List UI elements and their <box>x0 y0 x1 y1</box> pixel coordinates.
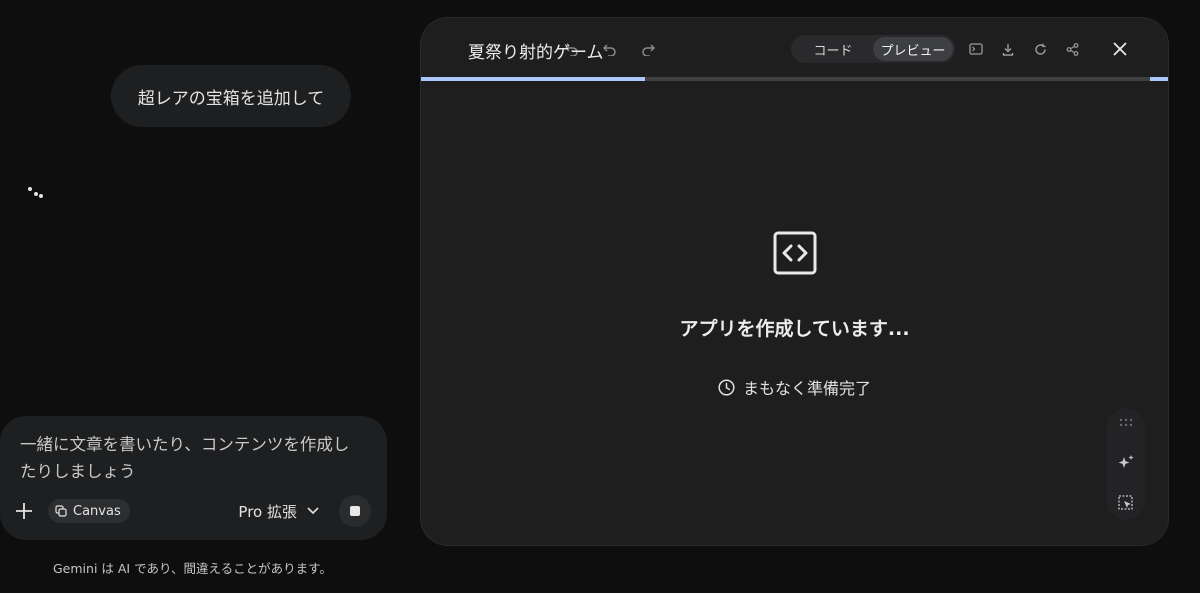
close-canvas-button[interactable] <box>1107 36 1133 62</box>
select-element-icon <box>1118 495 1133 510</box>
plus-icon <box>16 503 32 519</box>
stop-icon <box>350 506 360 516</box>
download-button[interactable] <box>997 38 1019 60</box>
share-button[interactable] <box>1061 38 1083 60</box>
code-icon <box>773 231 817 275</box>
select-element-button[interactable] <box>1115 492 1137 514</box>
composer-toolbar: Canvas Pro 拡張 <box>12 495 371 527</box>
user-message-bubble: 超レアの宝箱を追加して <box>111 65 351 127</box>
view-toggle: コード プレビュー <box>791 35 955 63</box>
redo-button[interactable] <box>637 39 659 61</box>
refresh-icon <box>1034 43 1046 55</box>
chevron-down-icon <box>307 507 319 515</box>
console-button[interactable] <box>965 38 987 60</box>
canvas-chip[interactable]: Canvas <box>48 499 130 523</box>
tab-code[interactable]: コード <box>793 37 873 61</box>
status-subtitle: まもなく準備完了 <box>421 375 1168 399</box>
ai-edit-button[interactable] <box>1115 452 1137 474</box>
close-icon <box>1113 42 1127 56</box>
disclaimer: Gemini は AI であり、間違えることがあります。 <box>53 561 332 576</box>
canvas-icon <box>55 505 67 517</box>
sparkle-icon <box>1118 455 1134 468</box>
canvas-chip-label: Canvas <box>73 503 121 519</box>
undo-icon <box>603 44 616 56</box>
clock-icon <box>718 378 735 396</box>
stop-button[interactable] <box>339 495 371 527</box>
prompt-composer[interactable]: 一緒に文章を書いたり、コンテンツを作成したりしましょう Canvas Pro 拡… <box>0 416 387 540</box>
download-icon <box>1002 43 1014 56</box>
console-icon <box>969 43 983 55</box>
user-message-text: 超レアの宝箱を追加して <box>137 88 325 109</box>
canvas-panel: 夏祭り射的ゲーム コード プレビュー アプリを作成しています... まもなく準備… <box>420 17 1169 546</box>
loading-progress-bar <box>421 77 1168 81</box>
prompt-input[interactable]: 一緒に文章を書いたり、コンテンツを作成したりしましょう <box>20 431 350 485</box>
progress-tip <box>1150 77 1168 81</box>
status-title: アプリを作成しています... <box>679 318 910 340</box>
model-label: Pro 拡張 <box>238 502 297 521</box>
grid-button[interactable] <box>1115 412 1137 434</box>
tab-preview[interactable]: プレビュー <box>873 37 953 61</box>
side-tool-rail <box>1107 408 1145 520</box>
canvas-title: 夏祭り射的ゲーム <box>468 43 604 63</box>
model-selector[interactable]: Pro 拡張 <box>238 501 319 522</box>
redo-icon <box>642 44 655 56</box>
status-subtitle-text: まもなく準備完了 <box>742 379 871 398</box>
grid-icon <box>1119 418 1133 427</box>
add-attachment-button[interactable] <box>12 499 36 523</box>
progress-fill <box>421 77 646 81</box>
refresh-button[interactable] <box>1029 38 1051 60</box>
thinking-indicator <box>26 184 46 200</box>
share-icon <box>1066 42 1078 56</box>
canvas-actions <box>965 38 1083 60</box>
